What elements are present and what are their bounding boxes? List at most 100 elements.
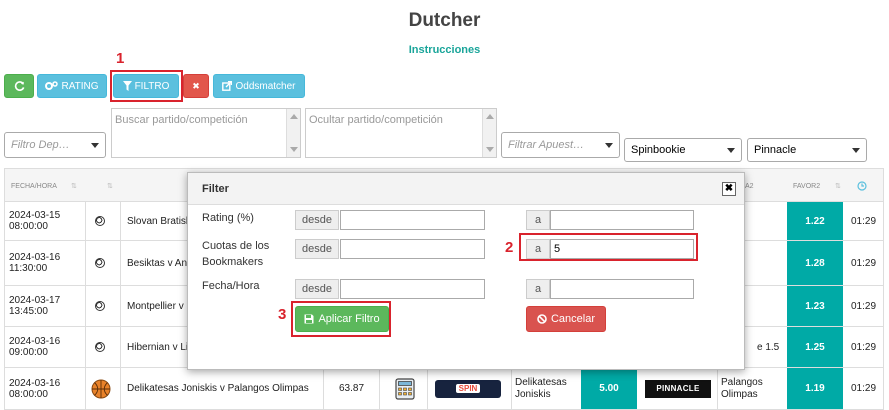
instructions-link[interactable]: Instrucciones bbox=[0, 44, 889, 56]
bookmaker2-value: Pinnacle bbox=[754, 144, 797, 156]
row-favor2[interactable]: 1.19 bbox=[787, 368, 843, 409]
cogs-icon bbox=[45, 81, 59, 90]
cancel-button[interactable]: Cancelar bbox=[526, 306, 606, 332]
row-clock: 01:29 bbox=[851, 257, 877, 269]
rating-label: Rating (%) bbox=[202, 212, 254, 224]
external-link-icon bbox=[222, 81, 233, 91]
pinnacle-logo: PINNACLE bbox=[645, 379, 711, 398]
sort-icon[interactable]: ⇅ bbox=[71, 169, 77, 203]
bookmaker1-value: Spinbookie bbox=[631, 144, 686, 156]
cuotas-label: Cuotas de los Bookmakers bbox=[202, 240, 270, 268]
scroll-down-icon[interactable] bbox=[290, 147, 298, 152]
row-favor2[interactable]: 1.28 bbox=[787, 241, 843, 285]
annotation-box-3 bbox=[291, 301, 391, 337]
chevron-down-icon bbox=[605, 143, 613, 148]
row-date: 2024-03-15 bbox=[9, 210, 61, 221]
row-favor2[interactable]: 1.25 bbox=[787, 327, 843, 367]
annotation-box-2 bbox=[519, 233, 698, 261]
close-icon[interactable]: ✖ bbox=[722, 182, 736, 196]
apuesta-filter-select[interactable]: Filtrar Apuest… bbox=[501, 132, 620, 158]
apuesta-filter-placeholder: Filtrar Apuest… bbox=[508, 139, 585, 151]
row-match[interactable]: Slovan Bratisla bbox=[127, 202, 194, 240]
scroll-up-icon[interactable] bbox=[290, 114, 298, 119]
scrollbar[interactable] bbox=[482, 109, 496, 157]
buscar-partido-textarea[interactable]: Buscar partido/competición bbox=[111, 108, 301, 158]
bookmaker2-select[interactable]: Pinnacle bbox=[747, 138, 867, 162]
clear-icon: ✖ bbox=[192, 80, 200, 91]
row-match[interactable]: Montpellier v F bbox=[127, 286, 193, 326]
soccer-ball-icon bbox=[95, 216, 105, 226]
scroll-down-icon[interactable] bbox=[486, 147, 494, 152]
rating-a-addon: a bbox=[526, 210, 550, 230]
fecha-desde-addon: desde bbox=[295, 279, 339, 299]
sort-icon[interactable]: ⇅ bbox=[835, 169, 841, 203]
row-clock: 01:29 bbox=[851, 300, 877, 312]
oddsmatcher-button[interactable]: Oddsmatcher bbox=[213, 74, 305, 98]
deporte-filter-select[interactable]: Filtro Dep… bbox=[4, 132, 106, 158]
row-time: 13:45:00 bbox=[9, 306, 48, 317]
fecha-desde-input[interactable] bbox=[340, 279, 485, 299]
modal-header: Filter ✖ bbox=[188, 173, 744, 205]
row-clock: 01:29 bbox=[851, 383, 877, 394]
clock-icon bbox=[857, 169, 867, 203]
row-favor2[interactable]: 1.23 bbox=[787, 286, 843, 326]
scroll-up-icon[interactable] bbox=[486, 114, 494, 119]
chevron-down-icon bbox=[91, 143, 99, 148]
row-rating: 63.87 bbox=[339, 383, 365, 394]
fecha-a-input[interactable] bbox=[550, 279, 694, 299]
row-time: 09:00:00 bbox=[9, 347, 48, 358]
rating-button[interactable]: RATING bbox=[37, 74, 107, 98]
annotation-number-1: 1 bbox=[116, 50, 125, 67]
column-header-a2[interactable]: A2 bbox=[745, 169, 754, 203]
sort-icon[interactable]: ⇅ bbox=[107, 169, 113, 203]
column-header-fecha[interactable]: FECHA/HORA bbox=[11, 169, 57, 203]
cancel-label: Cancelar bbox=[550, 313, 596, 325]
soccer-ball-icon bbox=[95, 258, 105, 268]
page-title: Dutcher bbox=[408, 10, 481, 31]
filter-modal: Filter ✖ Rating (%) desde a Cuotas de lo… bbox=[187, 172, 745, 370]
basketball-icon bbox=[91, 379, 111, 398]
rating-desde-addon: desde bbox=[295, 210, 339, 230]
cuotas-desde-addon: desde bbox=[295, 239, 339, 259]
bookmaker1-select[interactable]: Spinbookie bbox=[624, 138, 742, 162]
row-clock: 01:29 bbox=[851, 215, 877, 227]
spinbookie-logo: SPIN bbox=[435, 379, 501, 398]
ocultar-partido-placeholder: Ocultar partido/competición bbox=[309, 114, 443, 126]
deporte-filter-placeholder: Filtro Dep… bbox=[11, 139, 70, 151]
calculator-icon[interactable] bbox=[395, 377, 415, 400]
clear-filter-button[interactable]: ✖ bbox=[183, 74, 209, 98]
row-odd1[interactable]: 5.00 bbox=[581, 368, 637, 409]
row-date: 2024-03-16 bbox=[9, 377, 61, 389]
rating-desde-input[interactable] bbox=[340, 210, 485, 230]
oddsmatcher-button-label: Oddsmatcher bbox=[235, 80, 296, 92]
table-row[interactable]: 2024-03-16 08:00:00 Delikatesas Joniskis… bbox=[4, 368, 884, 410]
cuotas-desde-input[interactable] bbox=[340, 239, 485, 259]
row-match[interactable]: Hibernian v Liv bbox=[127, 327, 193, 367]
row-time: 08:00:00 bbox=[9, 221, 48, 232]
modal-title: Filter bbox=[202, 183, 229, 195]
chevron-down-icon bbox=[727, 148, 735, 153]
row-extra: e 1.5 bbox=[757, 341, 780, 353]
rating-button-label: RATING bbox=[61, 80, 99, 92]
row-date: 2024-03-17 bbox=[9, 295, 61, 306]
annotation-number-2: 2 bbox=[505, 239, 514, 256]
row-match[interactable]: Delikatesas Joniskis v Palangos Olimpas bbox=[127, 368, 309, 409]
row-match[interactable]: Besiktas v Ant bbox=[127, 241, 190, 285]
row-bet1: Delikatesas Joniskis bbox=[515, 376, 567, 400]
scrollbar[interactable] bbox=[286, 109, 300, 157]
row-favor2[interactable]: 1.22 bbox=[787, 202, 843, 240]
ocultar-partido-textarea[interactable]: Ocultar partido/competición bbox=[305, 108, 497, 158]
row-date: 2024-03-16 bbox=[9, 336, 61, 347]
column-header-favor2[interactable]: FAVOR2 bbox=[793, 169, 820, 203]
chevron-down-icon bbox=[852, 148, 860, 153]
row-time: 11:30:00 bbox=[9, 263, 48, 274]
rating-a-input[interactable] bbox=[550, 210, 694, 230]
soccer-ball-icon bbox=[95, 301, 105, 311]
fecha-label: Fecha/Hora bbox=[202, 280, 260, 292]
row-clock: 01:29 bbox=[851, 341, 877, 353]
row-time: 08:00:00 bbox=[9, 388, 48, 400]
annotation-box-1 bbox=[110, 70, 183, 102]
refresh-button[interactable] bbox=[4, 74, 34, 98]
fecha-a-addon: a bbox=[526, 279, 550, 299]
row-date: 2024-03-16 bbox=[9, 252, 61, 263]
